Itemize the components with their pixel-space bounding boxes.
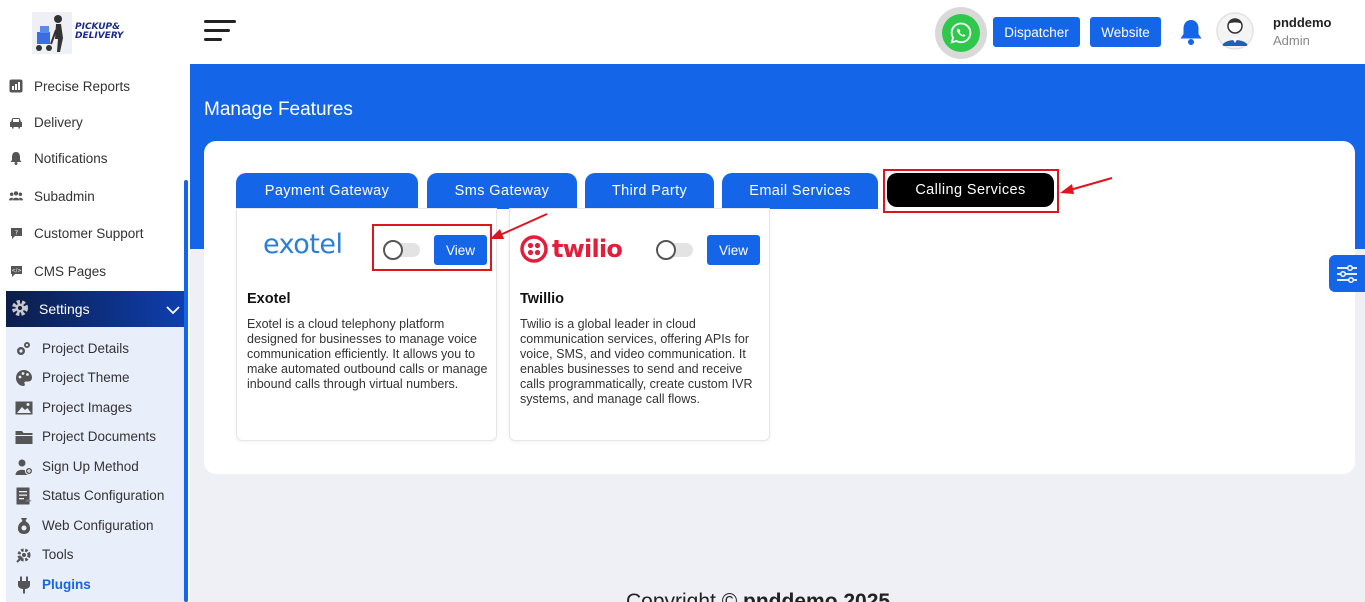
customize-panel-button[interactable] <box>1329 255 1365 292</box>
footer-copyright: Copyright © pnddemo 2025 <box>626 590 890 602</box>
footer-owner: pnddemo 2025 <box>743 590 891 602</box>
annotation-arrows <box>490 177 1113 239</box>
sliders-icon <box>1337 264 1357 283</box>
footer-prefix: Copyright © <box>626 590 744 602</box>
